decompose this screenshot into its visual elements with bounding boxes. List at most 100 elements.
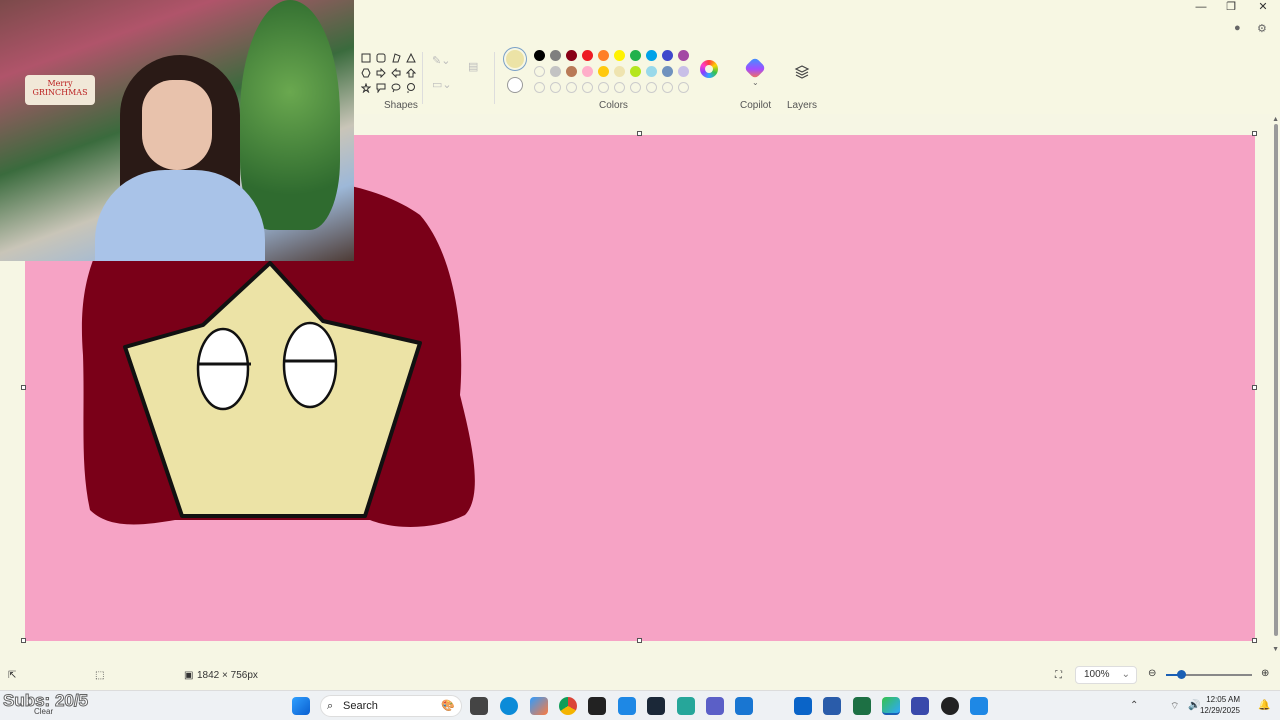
color-swatch[interactable] [630,82,641,93]
taskbar-search[interactable]: ⌕ Search 🎨 [320,695,462,717]
weather-label[interactable]: Clear [34,707,53,716]
notification-bell-icon[interactable]: 🔔 [1258,700,1270,711]
edge-icon[interactable] [500,697,518,715]
hexagon-shape-icon[interactable] [358,65,373,80]
steam-icon[interactable] [647,697,665,715]
copilot-app-icon[interactable] [530,697,548,715]
color-swatch[interactable] [678,66,689,77]
color-swatch[interactable] [678,50,689,61]
teams-icon[interactable] [706,697,724,715]
color-swatch[interactable] [550,82,561,93]
task-view-icon[interactable] [470,697,488,715]
obs-icon[interactable] [941,697,959,715]
scroll-down-icon[interactable]: ▼ [1272,646,1279,653]
color-swatch[interactable] [598,50,609,61]
color-swatch[interactable] [582,66,593,77]
chevron-up-icon[interactable]: ⌃ [1130,700,1138,711]
chevron-down-icon: ⌄ [1121,669,1130,680]
zoom-in-icon[interactable]: ⊕ [1261,668,1269,679]
paint-icon[interactable] [882,697,900,715]
color-swatch[interactable] [630,66,641,77]
right-arrow-shape-icon[interactable] [373,65,388,80]
edit-colors-icon[interactable] [700,60,718,78]
minimize-button[interactable]: — [1186,0,1216,14]
color-swatch[interactable] [534,50,545,61]
app-icon[interactable] [677,697,695,715]
color-swatch[interactable] [678,82,689,93]
color-swatch[interactable] [550,66,561,77]
color-swatch[interactable] [566,82,577,93]
color-swatch[interactable] [550,50,561,61]
layers-icon[interactable] [794,64,810,80]
callout-shape-icon[interactable] [373,80,388,95]
color-swatch[interactable] [534,66,545,77]
layers-label[interactable]: Layers [787,100,817,111]
color-swatch[interactable] [566,66,577,77]
volume-icon[interactable]: 🔊 [1188,700,1200,711]
color-swatch[interactable] [662,82,673,93]
color-swatch[interactable] [646,82,657,93]
color-swatch[interactable] [662,66,673,77]
left-arrow-shape-icon[interactable] [388,65,403,80]
color-swatch[interactable] [566,50,577,61]
color-swatch[interactable] [582,82,593,93]
settings-icon[interactable]: ⚙ [1257,22,1267,35]
color-swatch[interactable] [534,82,545,93]
copilot-icon[interactable] [743,56,767,80]
color-swatch[interactable] [630,50,641,61]
vertical-scrollbar[interactable] [1274,124,1278,636]
close-button[interactable]: ✕ [1248,0,1278,14]
app-icon[interactable] [618,697,636,715]
restore-button[interactable]: ❐ [1216,0,1246,14]
resize-handle-bottom-left[interactable] [21,638,26,643]
zoom-dropdown[interactable]: 100% ⌄ [1075,666,1137,684]
resize-handle-top[interactable] [637,131,642,136]
search-placeholder: Search [343,700,378,712]
clock[interactable]: 12:05 AM 12/29/2025 [1200,694,1240,716]
chrome-icon[interactable] [559,697,577,715]
copilot-label[interactable]: Copilot [740,100,771,111]
resize-handle-top-right[interactable] [1252,131,1257,136]
clock-time: 12:05 AM [1206,695,1240,704]
secondary-color-swatch[interactable] [507,77,523,93]
scroll-up-icon[interactable]: ▲ [1272,116,1279,123]
app-icon[interactable] [911,697,929,715]
color-swatch[interactable] [614,50,625,61]
color-swatch[interactable] [614,66,625,77]
resize-handle-right[interactable] [1252,385,1257,390]
account-icon[interactable]: ● [1234,22,1241,34]
up-arrow-shape-icon[interactable] [403,65,418,80]
epic-games-icon[interactable] [588,697,606,715]
zoom-slider[interactable] [1166,670,1252,679]
primary-color-swatch[interactable] [506,50,524,68]
rounded-rectangle-shape-icon[interactable] [373,50,388,65]
color-swatch[interactable] [614,82,625,93]
excel-icon[interactable] [853,697,871,715]
mail-icon[interactable] [794,697,812,715]
fit-to-window-icon[interactable]: ⛶ [1055,670,1062,681]
cloud-callout-shape-icon[interactable] [403,80,418,95]
color-swatch[interactable] [598,66,609,77]
star-shape-icon[interactable] [358,80,373,95]
copilot-chevron-icon[interactable]: ⌄ [752,78,759,87]
resize-handle-left[interactable] [21,385,26,390]
canvas-size-icon: ▣ [184,670,194,681]
zoom-out-icon[interactable]: ⊖ [1148,668,1156,679]
rectangle-shape-icon[interactable] [358,50,373,65]
resize-handle-bottom[interactable] [637,638,642,643]
color-swatch[interactable] [646,50,657,61]
color-swatch[interactable] [582,50,593,61]
color-swatch[interactable] [662,50,673,61]
triangle-shape-icon[interactable] [403,50,418,65]
app-icon[interactable] [970,697,988,715]
polygon-shape-icon[interactable] [388,50,403,65]
store-icon[interactable] [823,697,841,715]
color-swatch[interactable] [598,82,609,93]
resize-handle-bottom-right[interactable] [1252,638,1257,643]
windows-start-icon[interactable] [292,697,310,715]
oval-callout-shape-icon[interactable] [388,80,403,95]
app-icon[interactable] [735,697,753,715]
zoom-slider-knob[interactable] [1177,670,1187,679]
color-swatch[interactable] [646,66,657,77]
network-icon[interactable]: ⌔ [1170,700,1179,713]
